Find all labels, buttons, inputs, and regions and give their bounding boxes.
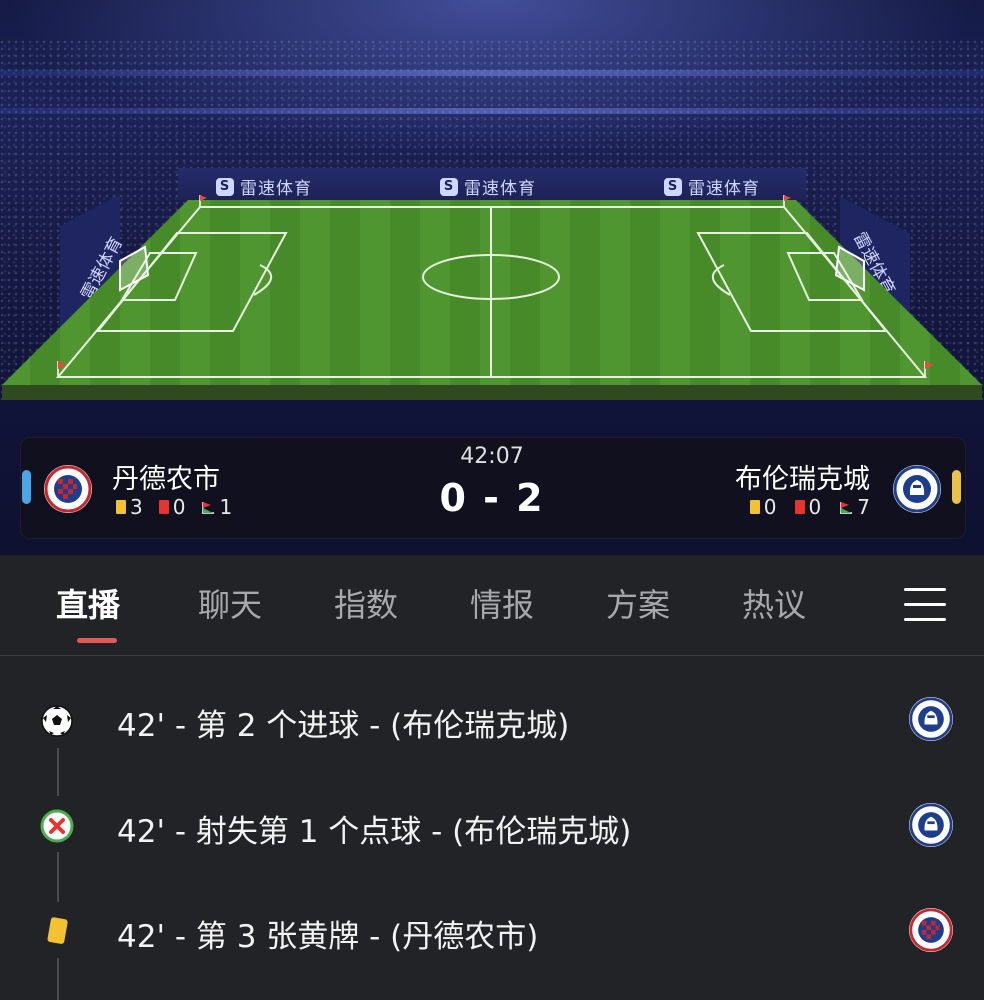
tab-chat[interactable]: 聊天 (198, 580, 262, 626)
brand-logo-icon: S (664, 177, 682, 196)
timeline-connector (57, 748, 59, 796)
hamburger-menu-icon[interactable] (904, 588, 946, 622)
brand-logo-icon: S (440, 177, 458, 196)
brand-logo-icon: S (216, 177, 234, 196)
match-score: 0 - 2 (439, 476, 545, 520)
event-missed-penalty-text: 42' - 射失第 1 个点球 - (布伦瑞克城) (117, 814, 632, 850)
tab-discussion[interactable]: 热议 (742, 580, 806, 626)
tab-plans[interactable]: 方案 (606, 580, 670, 626)
brunswick-crest-icon (909, 803, 953, 847)
event-team-logo-away (909, 803, 953, 847)
stand-tier-light (0, 108, 984, 114)
stand-tier-light (0, 70, 984, 76)
tab-live[interactable]: 直播 (56, 580, 120, 626)
event-team-logo-away (909, 697, 953, 741)
timeline-connector (57, 958, 59, 1000)
missed-penalty-icon (40, 809, 74, 843)
event-team-logo-home (909, 908, 953, 952)
tab-odds[interactable]: 指数 (334, 580, 398, 626)
tab-intel[interactable]: 情报 (470, 580, 534, 626)
football-pitch (2, 195, 982, 400)
dandenong-crest-icon (909, 908, 953, 952)
brunswick-crest-icon (909, 697, 953, 741)
event-yellow-card-text: 42' - 第 3 张黄牌 - (丹德农市) (117, 919, 539, 955)
match-clock: 42:07 (460, 444, 524, 469)
active-tab-indicator (77, 638, 117, 643)
soccer-ball-icon (41, 705, 73, 737)
yellow-card-icon (47, 917, 68, 944)
event-goal-text: 42' - 第 2 个进球 - (布伦瑞克城) (117, 708, 570, 744)
timeline-connector (57, 852, 59, 902)
